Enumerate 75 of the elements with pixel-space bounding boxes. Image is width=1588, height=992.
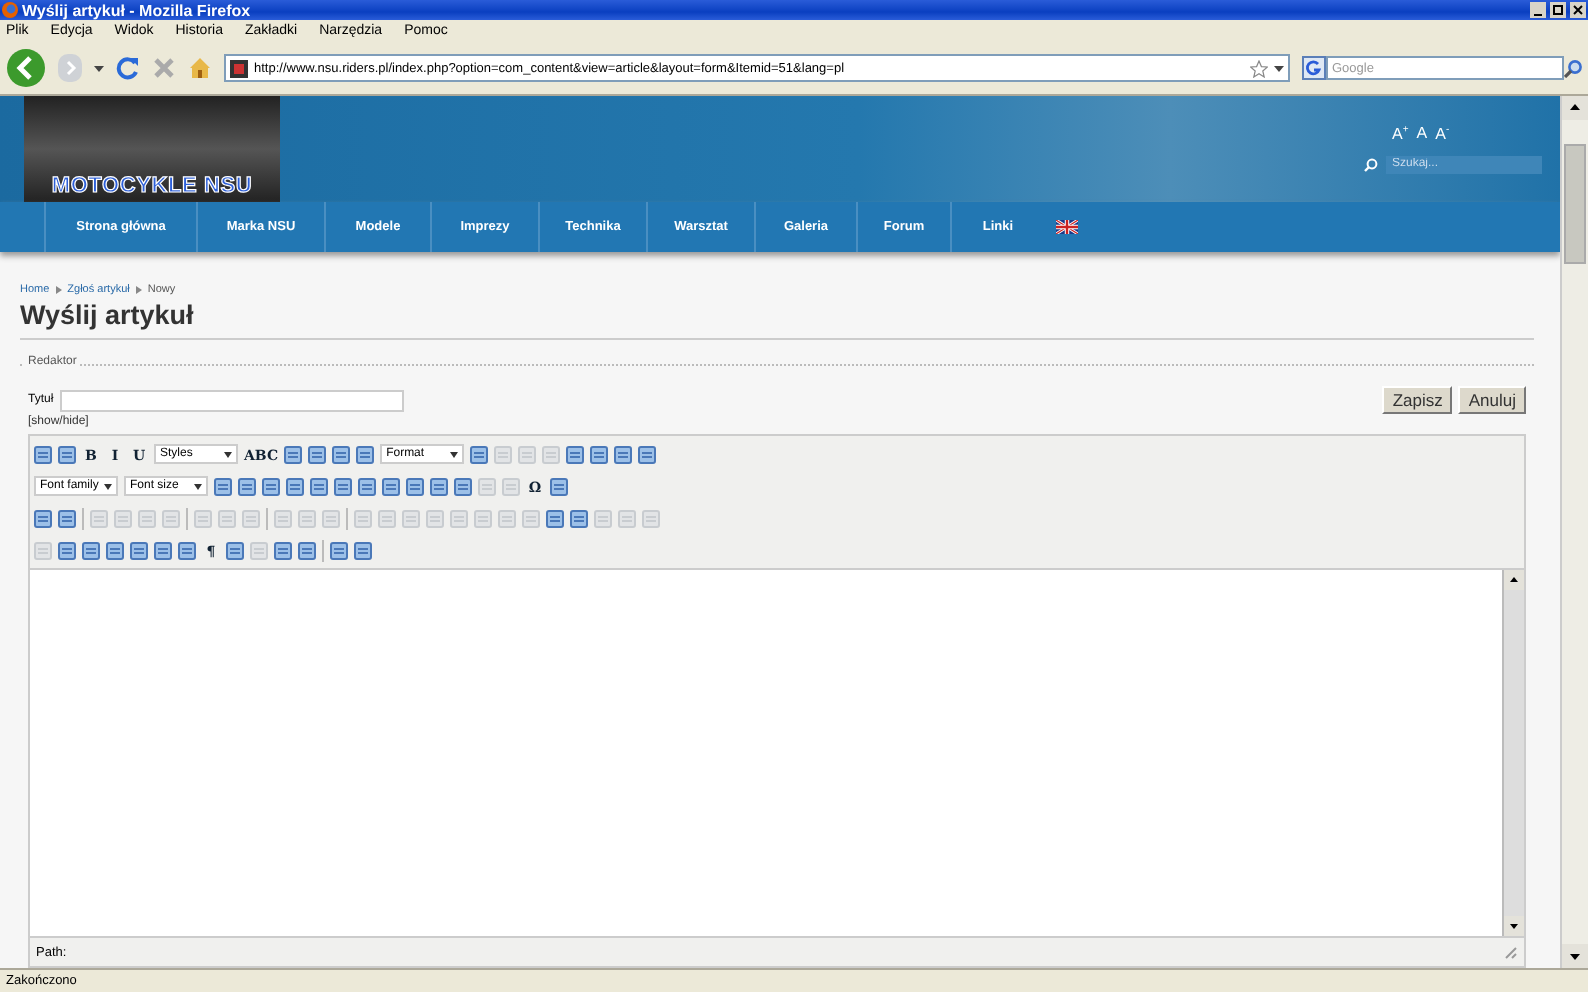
- firefox-icon: [2, 2, 18, 18]
- scroll-up-icon[interactable]: [1562, 96, 1588, 120]
- toolbar-icon[interactable]: [58, 541, 76, 559]
- toolbar-icon[interactable]: [454, 477, 472, 495]
- toolbar-icon[interactable]: [310, 477, 328, 495]
- scroll-down-icon[interactable]: [1562, 944, 1588, 968]
- scroll-down-icon[interactable]: [1504, 916, 1524, 936]
- window-title: Wyślij artykuł - Mozilla Firefox: [22, 1, 253, 19]
- toolbar-icon[interactable]: [274, 541, 292, 559]
- site-icon: [230, 59, 248, 77]
- minimize-icon[interactable]: [1530, 2, 1546, 18]
- toolbar-icon[interactable]: [34, 445, 52, 463]
- toolbar-icon[interactable]: [58, 509, 76, 527]
- toolbar-icon[interactable]: [570, 509, 588, 527]
- toolbar-icon[interactable]: [614, 445, 633, 463]
- toolbar-icon[interactable]: [130, 541, 148, 559]
- form-button[interactable]: Zapisz: [1382, 386, 1453, 414]
- toolbar-icon[interactable]: [262, 477, 280, 495]
- chevron-icon: [55, 286, 62, 294]
- logo[interactable]: MOTOCYKLE NSU: [24, 96, 280, 202]
- toolbar-icon[interactable]: [356, 445, 375, 463]
- caret-icon: [224, 451, 232, 457]
- search-engine-icon[interactable]: [1302, 56, 1326, 80]
- font-size-link[interactable]: A$^{+}$: [1392, 124, 1409, 144]
- dropdown-icon[interactable]: [94, 65, 104, 71]
- toolbar-icon[interactable]: [284, 445, 303, 463]
- toolbar-icon[interactable]: [550, 477, 568, 495]
- resize-grip-icon[interactable]: [1504, 945, 1518, 959]
- toolbar-icon[interactable]: [178, 541, 196, 559]
- toolbar-icon[interactable]: [34, 509, 52, 527]
- chevron-icon: [135, 286, 142, 294]
- close-icon[interactable]: [1570, 2, 1586, 18]
- toolbar-icon[interactable]: [106, 541, 124, 559]
- toolbar-icon[interactable]: [298, 541, 316, 559]
- search-icon[interactable]: [1564, 59, 1582, 77]
- toolbar-icon[interactable]: [358, 477, 376, 495]
- search-icon: [1364, 157, 1378, 172]
- caret-icon: [194, 483, 202, 489]
- scrollbar[interactable]: [1560, 96, 1588, 968]
- toolbar-icon[interactable]: [226, 541, 244, 559]
- form-button[interactable]: Anuluj: [1458, 386, 1526, 414]
- toolbar-icon[interactable]: [334, 477, 352, 495]
- maximize-icon[interactable]: [1550, 2, 1566, 18]
- title-input[interactable]: [59, 389, 404, 411]
- caret-icon: [450, 451, 459, 457]
- caret-icon: [104, 483, 112, 489]
- toolbar-icon[interactable]: [382, 477, 400, 495]
- dropdown-icon[interactable]: [1274, 65, 1284, 71]
- toolbar-icon[interactable]: [214, 477, 232, 495]
- toolbar-icon[interactable]: [332, 445, 351, 463]
- scrollbar-thumb[interactable]: [1564, 144, 1586, 264]
- star-icon[interactable]: [1250, 59, 1268, 77]
- toolbar-icon[interactable]: [638, 445, 657, 463]
- toolbar-icon[interactable]: [430, 477, 448, 495]
- font-size-link[interactable]: A$^{-}$: [1435, 124, 1450, 144]
- toolbar-icon[interactable]: [58, 445, 76, 463]
- scroll-up-icon[interactable]: [1504, 570, 1524, 590]
- toolbar-icon[interactable]: [546, 509, 564, 527]
- toolbar-icon[interactable]: [406, 477, 424, 495]
- font-size-link[interactable]: A: [1416, 124, 1428, 144]
- home-icon[interactable]: [188, 56, 212, 80]
- toolbar-icon[interactable]: [330, 541, 348, 559]
- toolbar-icon[interactable]: [82, 541, 100, 559]
- flag-icon[interactable]: [1056, 220, 1078, 234]
- toolbar-icon[interactable]: [566, 445, 585, 463]
- back-icon[interactable]: [6, 48, 46, 88]
- toolbar-icon[interactable]: [590, 445, 609, 463]
- toolbar-icon[interactable]: [154, 541, 172, 559]
- toolbar-icon[interactable]: [286, 477, 304, 495]
- reload-icon[interactable]: [116, 56, 140, 80]
- toolbar-icon[interactable]: [354, 541, 372, 559]
- toolbar-icon[interactable]: [308, 445, 327, 463]
- toolbar-icon[interactable]: [470, 445, 489, 463]
- page-title: Wyślij artykuł: [20, 300, 1534, 340]
- toolbar-icon[interactable]: [238, 477, 256, 495]
